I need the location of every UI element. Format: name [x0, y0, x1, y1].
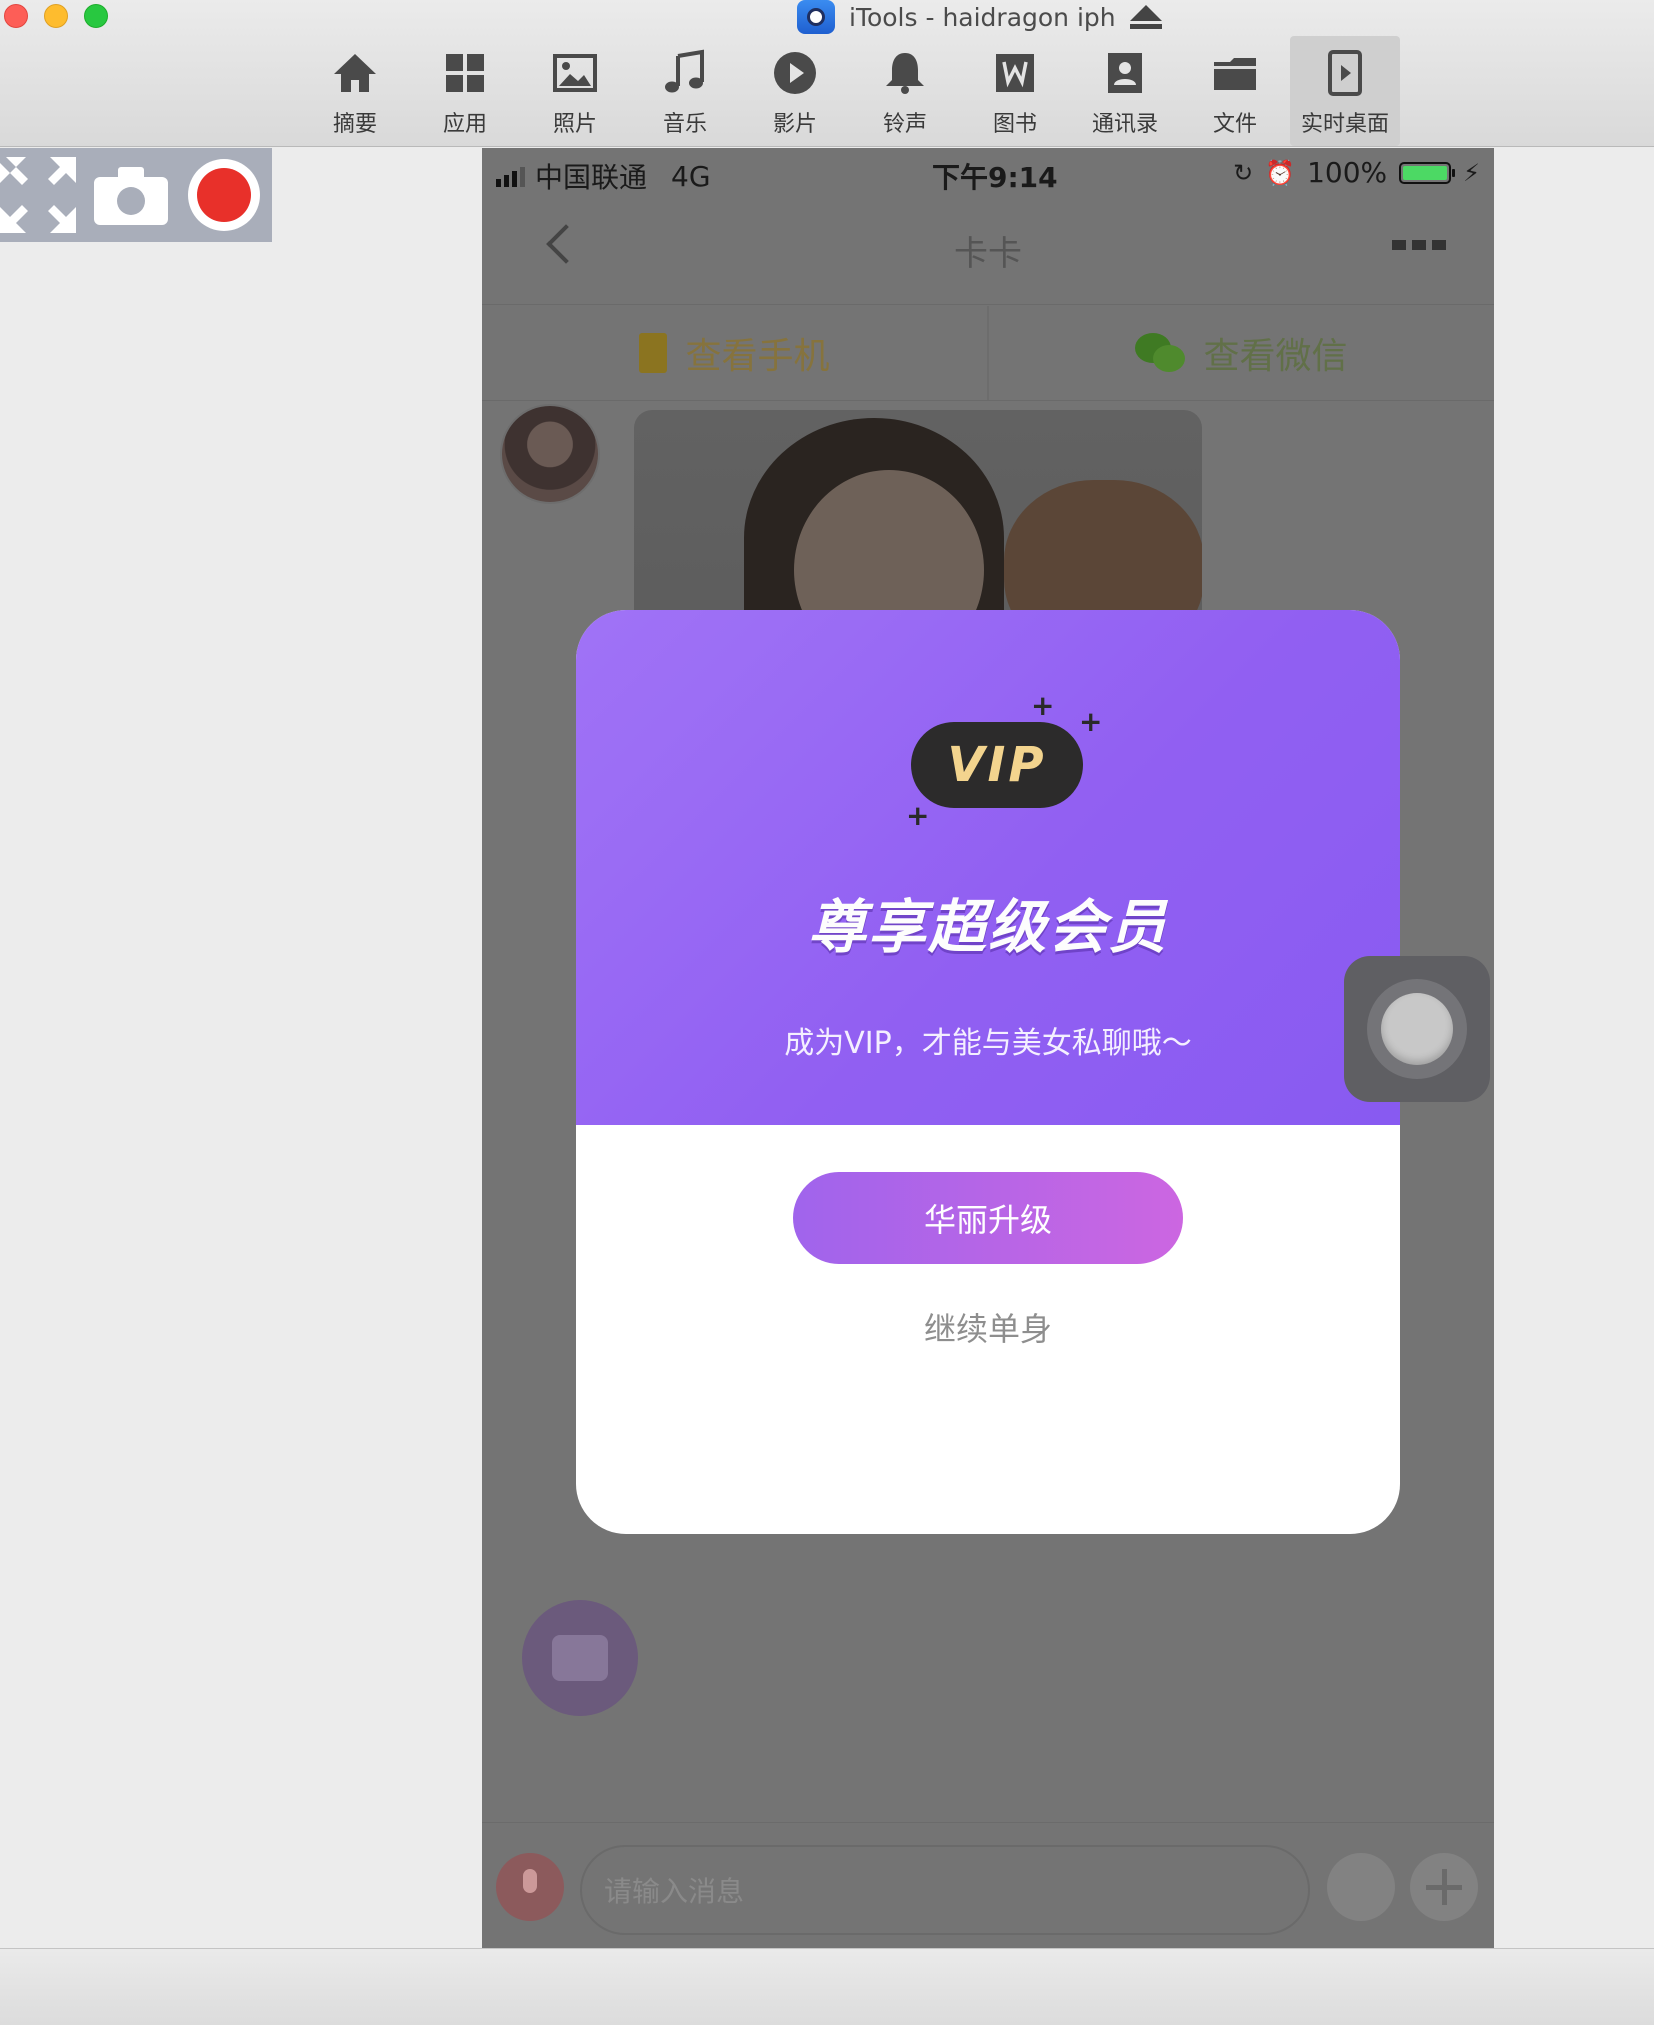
toolbar-live-desktop[interactable]: 实时桌面: [1290, 36, 1400, 146]
message-input-bar: 请输入消息: [482, 1822, 1494, 1948]
vip-badge: VIP: [911, 722, 1083, 808]
toolbar-ringtones[interactable]: 铃声: [850, 36, 960, 146]
play-icon: [774, 52, 816, 94]
upgrade-button[interactable]: 华丽升级: [793, 1172, 1183, 1264]
chat-navbar: 卡卡: [482, 200, 1494, 305]
toolbar-label: 文件: [1212, 112, 1257, 137]
toolbar-movies[interactable]: 影片: [740, 36, 850, 146]
wechat-icon: [1135, 333, 1186, 373]
toolbar-label: 图书: [992, 112, 1037, 137]
toolbar-label: 实时桌面: [1300, 112, 1389, 137]
toolbar-label: 摘要: [332, 112, 377, 137]
emoji-button[interactable]: [1327, 1853, 1395, 1921]
sparkle-icon: +: [906, 799, 930, 832]
toolbar-label: 铃声: [882, 112, 927, 137]
assistive-touch-button[interactable]: [1344, 956, 1490, 1102]
live-desktop-tools: [0, 148, 272, 242]
contacts-icon: [1108, 53, 1142, 93]
charging-icon: ⚡: [1463, 158, 1480, 187]
vip-modal-subtitle: 成为VIP，才能与美女私聊哦～: [784, 1026, 1192, 1061]
screenshot-button[interactable]: [94, 165, 168, 225]
gift-icon: [552, 1635, 608, 1681]
window-title: iTools - haidragon iph: [849, 2, 1116, 32]
home-icon: [334, 54, 376, 92]
status-bar: 中国联通 4G 下午9:14 ↻ ⏰ 100% ⚡: [482, 148, 1494, 200]
view-phone-label: 查看手机: [685, 336, 830, 377]
itools-app-icon: [797, 0, 835, 34]
toolbar-label: 影片: [772, 112, 817, 137]
toolbar-label: 应用: [442, 112, 487, 137]
fullscreen-button[interactable]: [0, 157, 76, 233]
toolbar-label: 照片: [552, 112, 597, 137]
zoom-window-button[interactable]: [84, 4, 108, 28]
toolbar-photos[interactable]: 照片: [520, 36, 630, 146]
view-wechat-label: 查看微信: [1203, 336, 1348, 377]
toolbar-label: 音乐: [662, 112, 707, 137]
battery-percent: 100%: [1307, 156, 1388, 189]
phone-icon: [639, 333, 668, 373]
vip-modal-header: + + + VIP 尊享超级会员 成为VIP，才能与美女私聊哦～: [576, 610, 1400, 1310]
more-options-icon[interactable]: [1392, 240, 1446, 250]
apps-icon: [446, 54, 484, 92]
status-time: 下午9:14: [932, 161, 1058, 194]
live-desktop-icon: [1328, 50, 1362, 96]
toolbar-contacts[interactable]: 通讯录: [1070, 36, 1180, 146]
vip-modal-title: 尊享超级会员: [807, 893, 1168, 961]
camera-icon: [94, 167, 168, 225]
eject-icon[interactable]: [1129, 5, 1162, 29]
fullscreen-icon: [0, 157, 76, 233]
toolbar-summary[interactable]: 摘要: [300, 36, 410, 146]
sparkle-icon: +: [1031, 689, 1055, 722]
music-icon: [665, 49, 704, 93]
book-icon: [996, 54, 1034, 92]
signal-icon: [496, 165, 525, 187]
gift-button[interactable]: [522, 1600, 638, 1716]
toolbar-books[interactable]: 图书: [960, 36, 1070, 146]
bell-icon: [886, 53, 924, 94]
chat-title: 卡卡: [954, 234, 1022, 274]
window-titlebar: iTools - haidragon iph 摘要 应用 照片 音乐 影片 铃声: [0, 0, 1654, 147]
record-button[interactable]: [186, 157, 262, 233]
status-right-group: ↻ ⏰ 100% ⚡: [1233, 156, 1480, 189]
contact-tabs: 查看手机 查看微信: [482, 306, 1494, 401]
minimize-window-button[interactable]: [44, 4, 68, 28]
window-title-group: iTools - haidragon iph: [797, 0, 1162, 34]
photo-icon: [553, 54, 597, 92]
alarm-icon: ⏰: [1265, 158, 1296, 187]
folder-icon: [1214, 58, 1256, 90]
toolbar-apps[interactable]: 应用: [410, 36, 520, 146]
toolbar-files[interactable]: 文件: [1180, 36, 1290, 146]
main-toolbar: 摘要 应用 照片 音乐 影片 铃声 图书 通讯录 文件 实时桌面: [300, 36, 1400, 146]
rotation-lock-icon: ↻: [1233, 158, 1254, 187]
view-phone-tab[interactable]: 查看手机: [482, 306, 987, 400]
battery-icon: [1399, 161, 1456, 184]
close-window-button[interactable]: [4, 4, 28, 28]
more-attach-button[interactable]: [1410, 1853, 1478, 1921]
contact-avatar[interactable]: [500, 404, 600, 504]
message-input[interactable]: 请输入消息: [580, 1845, 1310, 1935]
toolbar-label: 通讯录: [1091, 112, 1158, 137]
vip-modal: + + + VIP 尊享超级会员 成为VIP，才能与美女私聊哦～ 华丽升级 继续…: [576, 610, 1400, 1534]
chat-photo-message[interactable]: [634, 410, 1202, 640]
window-bottom-bar: [0, 1948, 1654, 2025]
record-icon: [188, 159, 260, 231]
carrier-group: 中国联通 4G: [496, 156, 711, 196]
carrier-name: 中国联通: [535, 161, 648, 194]
sparkle-icon: +: [1079, 705, 1103, 738]
toolbar-music[interactable]: 音乐: [630, 36, 740, 146]
assistive-touch-icon: [1381, 993, 1453, 1065]
voice-mic-button[interactable]: [496, 1853, 564, 1921]
stay-single-link[interactable]: 继续单身: [576, 1304, 1400, 1350]
network-type: 4G: [671, 159, 711, 193]
view-wechat-tab[interactable]: 查看微信: [987, 306, 1494, 400]
